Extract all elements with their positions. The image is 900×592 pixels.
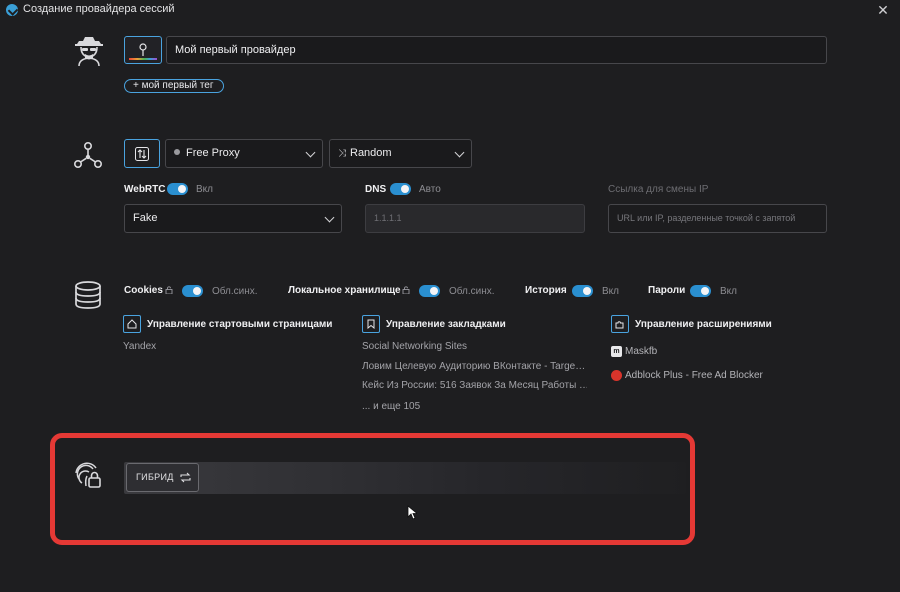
lock-icon — [402, 286, 410, 294]
webrtc-state: Вкл — [196, 184, 213, 195]
extensions-title[interactable]: Управление расширениями — [635, 319, 772, 330]
extension-item: Maskfb — [625, 346, 658, 357]
webrtc-mode-select[interactable]: Fake — [124, 204, 342, 233]
window-title: Создание провайдера сессий — [23, 3, 175, 15]
chevron-down-icon — [305, 147, 316, 158]
webrtc-mode-value: Fake — [133, 212, 158, 224]
title-bar: Создание провайдера сессий ✕ — [0, 0, 900, 20]
lock-icon — [165, 286, 173, 294]
history-toggle[interactable] — [572, 285, 593, 297]
profile-pin-icon — [139, 43, 147, 56]
maskfb-icon: m — [611, 346, 622, 357]
adblock-icon — [611, 370, 622, 381]
add-tag-button[interactable]: + мой первый тег — [124, 79, 224, 93]
rotation-select-value: Random — [350, 147, 392, 159]
network-nodes-icon — [73, 141, 102, 168]
start-pages-button[interactable] — [123, 315, 141, 333]
dns-state: Авто — [419, 184, 441, 195]
swap-arrows-icon — [135, 147, 149, 161]
mouse-cursor-icon — [407, 505, 417, 520]
passwords-label: Пароли — [648, 285, 686, 296]
cookies-toggle[interactable] — [182, 285, 203, 297]
passwords-toggle[interactable] — [690, 285, 711, 297]
profile-color-button[interactable] — [124, 36, 162, 64]
app-logo-icon — [6, 4, 18, 16]
dns-label: DNS — [365, 184, 387, 195]
passwords-state: Вкл — [720, 286, 737, 297]
dns-input[interactable]: 1.1.1.1 — [365, 204, 585, 233]
bookmarks-title[interactable]: Управление закладками — [386, 319, 506, 330]
bookmark-item: Ловим Целевую Аудиторию ВКонтакте - Targ… — [362, 361, 586, 372]
proxy-mode-button[interactable] — [124, 139, 160, 168]
chevron-down-icon — [324, 212, 335, 223]
proxy-select-value: Free Proxy — [186, 147, 240, 159]
puzzle-icon — [615, 321, 624, 329]
extension-item: Adblock Plus - Free Ad Blocker — [625, 370, 763, 381]
status-dot — [174, 149, 180, 155]
bookmarks-button[interactable] — [362, 315, 380, 333]
bookmark-item: Social Networking Sites — [362, 341, 468, 352]
provider-name-input[interactable]: Мой первый провайдер — [166, 36, 827, 64]
avatar-icon — [75, 37, 103, 67]
dns-toggle[interactable] — [390, 183, 411, 195]
shuffle-icon: ⤨ — [338, 148, 346, 159]
bookmark-icon — [367, 319, 375, 329]
chevron-down-icon — [454, 147, 465, 158]
highlight-box — [50, 433, 695, 545]
close-icon[interactable]: ✕ — [875, 2, 891, 18]
ip-change-input[interactable]: URL или IP, разделенные точкой с запятой — [608, 204, 827, 233]
bookmark-item: Кейс Из России: 516 Заявок За Месяц Рабо… — [362, 380, 587, 391]
bookmarks-more[interactable]: ... и еще 105 — [362, 401, 420, 412]
cookies-label: Cookies — [124, 285, 163, 296]
history-label: История — [525, 285, 567, 296]
local-storage-toggle[interactable] — [419, 285, 440, 297]
webrtc-label: WebRTC — [124, 184, 166, 195]
home-icon — [127, 319, 137, 329]
database-icon — [75, 281, 101, 309]
start-pages-title[interactable]: Управление стартовыми страницами — [147, 319, 332, 330]
cookies-state: Обл.синх. — [212, 286, 258, 297]
proxy-select[interactable]: Free Proxy — [165, 139, 323, 168]
history-state: Вкл — [602, 286, 619, 297]
start-page-item: Yandex — [123, 341, 157, 352]
local-storage-state: Обл.синх. — [449, 286, 495, 297]
webrtc-toggle[interactable] — [167, 183, 188, 195]
local-storage-label: Локальное хранилище — [288, 285, 401, 296]
rotation-select[interactable]: ⤨ Random — [329, 139, 472, 168]
ip-change-label: Ссылка для смены IP — [608, 184, 709, 195]
extensions-button[interactable] — [611, 315, 629, 333]
